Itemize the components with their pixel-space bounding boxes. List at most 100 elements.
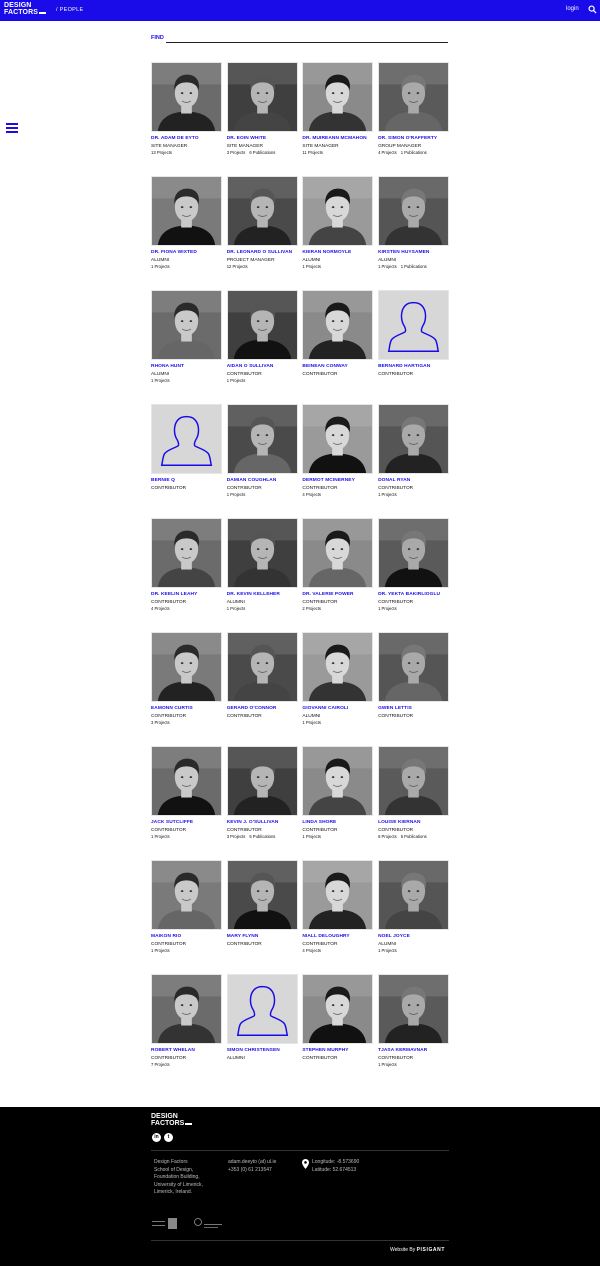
person-card[interactable]: DR. SIMON O'RAFFERTY GROUP MANAGER 4 Proje… bbox=[378, 62, 450, 155]
person-card[interactable]: EAMONN CURTIS CONTRIBUTOR 3 Projects bbox=[151, 632, 222, 725]
person-card[interactable]: GERARD O'CONNOR CONTRIBUTOR bbox=[226, 632, 298, 719]
person-card[interactable]: LINDA SHORE CONTRIBUTOR 1 Projects bbox=[302, 746, 374, 839]
placeholder-avatar-icon[interactable] bbox=[378, 290, 450, 360]
person-name[interactable]: DR. FIONA WIXTED bbox=[151, 250, 222, 255]
person-name[interactable]: DR. SIMON O'RAFFERTY bbox=[378, 136, 449, 141]
person-name[interactable]: GWEN LETTIS bbox=[378, 706, 449, 711]
person-photo[interactable] bbox=[226, 62, 298, 132]
person-photo[interactable] bbox=[226, 746, 298, 816]
person-photo[interactable] bbox=[151, 518, 222, 588]
person-card[interactable]: DR. FIONA WIXTED ALUMNI 1 Projects bbox=[151, 176, 222, 269]
person-card[interactable]: JACK SUTCLIFFE CONTRIBUTOR 1 Projects bbox=[151, 746, 222, 839]
person-name[interactable]: MARY FLYNN bbox=[227, 934, 298, 939]
person-name[interactable]: KIRSTEN HUYSAMEN bbox=[378, 250, 449, 255]
person-card[interactable]: LOUISE KIERNAN CONTRIBUTOR 6 Projects 6 Pub… bbox=[378, 746, 450, 839]
person-name[interactable]: DR. YEKTA BAKIRLIOĞLU bbox=[378, 592, 449, 597]
person-photo[interactable] bbox=[378, 746, 450, 816]
person-photo[interactable] bbox=[151, 746, 222, 816]
person-card[interactable]: DR. VALERIE POWER CONTRIBUTOR 2 Projects bbox=[302, 518, 374, 611]
person-photo[interactable] bbox=[226, 176, 298, 246]
search-icon[interactable] bbox=[588, 5, 597, 14]
person-name[interactable]: STEPHEN MURPHY bbox=[302, 1048, 373, 1053]
person-name[interactable]: DR. LEONARD O SULLIVAN bbox=[227, 250, 298, 255]
person-name[interactable]: DERMOT MCINERNEY bbox=[302, 478, 373, 483]
person-name[interactable]: EAMONN CURTIS bbox=[151, 706, 222, 711]
person-photo[interactable] bbox=[302, 746, 374, 816]
person-photo[interactable] bbox=[302, 974, 374, 1044]
person-photo[interactable] bbox=[378, 632, 450, 702]
person-photo[interactable] bbox=[151, 62, 222, 132]
person-card[interactable]: KIRSTEN HUYSAMEN ALUMNI 1 Projects 1 Public… bbox=[378, 176, 450, 269]
person-photo[interactable] bbox=[378, 176, 450, 246]
person-name[interactable]: DR. MUIREANN MCMAHON bbox=[302, 136, 373, 141]
person-name[interactable]: DR. KEVIN KELLEHER bbox=[227, 592, 298, 597]
person-name[interactable]: KIERAN NORMOYLE bbox=[302, 250, 373, 255]
person-name[interactable]: LOUISE KIERNAN bbox=[378, 820, 449, 825]
person-card[interactable]: DR. LEONARD O SULLIVAN PROJECT MANAGER 12 … bbox=[226, 176, 298, 269]
person-card[interactable]: GIOVANNI CAIROLI ALUMNI 1 Projects bbox=[302, 632, 374, 725]
person-name[interactable]: DONAL RYAN bbox=[378, 478, 449, 483]
person-name[interactable]: AIDAN O SULLIVAN bbox=[227, 364, 298, 369]
person-card[interactable]: MARY FLYNN CONTRIBUTOR bbox=[226, 860, 298, 947]
person-photo[interactable] bbox=[302, 176, 374, 246]
person-name[interactable]: MAIKON RIO bbox=[151, 934, 222, 939]
person-name[interactable]: ROBERT WHELAN bbox=[151, 1048, 222, 1053]
person-photo[interactable] bbox=[378, 518, 450, 588]
person-card[interactable]: AIDAN O SULLIVAN CONTRIBUTOR 1 Projects bbox=[226, 290, 298, 383]
person-card[interactable]: ROBERT WHELAN CONTRIBUTOR 7 Projects bbox=[151, 974, 222, 1067]
person-photo[interactable] bbox=[151, 974, 222, 1044]
linkedin-icon[interactable]: in bbox=[152, 1133, 161, 1142]
footer-logo[interactable]: DESIGN FACTORS bbox=[151, 1113, 192, 1127]
person-photo[interactable] bbox=[302, 290, 374, 360]
person-name[interactable]: BEINEÁN CONWAY bbox=[302, 364, 373, 369]
breadcrumb[interactable]: / PEOPLE bbox=[56, 7, 83, 13]
person-photo[interactable] bbox=[151, 290, 222, 360]
hamburger-menu-icon[interactable] bbox=[6, 123, 18, 134]
person-card[interactable]: DAMIAN COUGHLAN CONTRIBUTOR 1 Projects bbox=[226, 404, 298, 497]
footer-email[interactable]: adam.deeyto (at) ul.ie bbox=[228, 1159, 276, 1167]
person-photo[interactable] bbox=[151, 632, 222, 702]
login-link[interactable]: login bbox=[566, 6, 579, 12]
person-name[interactable]: DR. ADAM DE EYTO bbox=[151, 136, 222, 141]
person-card[interactable]: SIMON CHRISTENSEN ALUMNI bbox=[226, 974, 298, 1061]
person-photo[interactable] bbox=[302, 62, 374, 132]
person-card[interactable]: RHONA HUNT ALUMNI 1 Projects bbox=[151, 290, 222, 383]
person-photo[interactable] bbox=[378, 974, 450, 1044]
person-card[interactable]: BEINEÁN CONWAY CONTRIBUTOR bbox=[302, 290, 374, 377]
website-credit[interactable]: Website By PISIGANT bbox=[390, 1247, 445, 1253]
person-name[interactable]: DAMIAN COUGHLAN bbox=[227, 478, 298, 483]
person-card[interactable]: DR. KEVIN KELLEHER ALUMNI 1 Projects bbox=[226, 518, 298, 611]
site-logo[interactable]: DESIGN FACTORS bbox=[4, 2, 46, 16]
person-card[interactable]: NOEL JOYCE ALUMNI 1 Projects bbox=[378, 860, 450, 953]
person-name[interactable]: BERNARD HARTIGAN bbox=[378, 364, 449, 369]
person-name[interactable]: TJAŠA KERMAVNAR bbox=[378, 1048, 449, 1053]
twitter-icon[interactable]: t bbox=[164, 1133, 173, 1142]
person-card[interactable]: DERMOT MCINERNEY CONTRIBUTOR 4 Projects bbox=[302, 404, 374, 497]
person-card[interactable]: KIERAN NORMOYLE ALUMNI 1 Projects bbox=[302, 176, 374, 269]
placeholder-avatar-icon[interactable] bbox=[151, 404, 222, 474]
person-name[interactable]: DR. EOIN WHITE bbox=[227, 136, 298, 141]
person-card[interactable]: NIALL DELOUGHRY CONTRIBUTOR 4 Projects bbox=[302, 860, 374, 953]
person-name[interactable]: NOEL JOYCE bbox=[378, 934, 449, 939]
find-search-input[interactable] bbox=[166, 32, 448, 43]
person-card[interactable]: BERNARD HARTIGAN CONTRIBUTOR bbox=[378, 290, 450, 377]
person-card[interactable]: DONAL RYAN CONTRIBUTOR 1 Projects bbox=[378, 404, 450, 497]
person-card[interactable]: DR. MUIREANN MCMAHON SITE MANAGER 11 Proje… bbox=[302, 62, 374, 155]
person-card[interactable]: DR. EOIN WHITE SITE MANAGER 3 Projects 6 Pu… bbox=[226, 62, 298, 155]
person-name[interactable]: GIOVANNI CAIROLI bbox=[302, 706, 373, 711]
person-photo[interactable] bbox=[378, 404, 450, 474]
person-card[interactable]: MAIKON RIO CONTRIBUTOR 1 Projects bbox=[151, 860, 222, 953]
person-card[interactable]: DR. ADAM DE EYTO SITE MANAGER 13 Projects bbox=[151, 62, 222, 155]
person-card[interactable]: KEVIN J. O'SULLIVAN CONTRIBUTOR 3 Projects… bbox=[226, 746, 298, 839]
person-photo[interactable] bbox=[378, 860, 450, 930]
person-name[interactable]: RHONA HUNT bbox=[151, 364, 222, 369]
person-photo[interactable] bbox=[302, 518, 374, 588]
person-photo[interactable] bbox=[302, 632, 374, 702]
person-name[interactable]: LINDA SHORE bbox=[302, 820, 373, 825]
person-name[interactable]: JACK SUTCLIFFE bbox=[151, 820, 222, 825]
person-name[interactable]: DR. KEELIN LEAHY bbox=[151, 592, 222, 597]
person-name[interactable]: NIALL DELOUGHRY bbox=[302, 934, 373, 939]
person-name[interactable]: BERNIE Q bbox=[151, 478, 222, 483]
person-card[interactable]: STEPHEN MURPHY CONTRIBUTOR bbox=[302, 974, 374, 1061]
placeholder-avatar-icon[interactable] bbox=[226, 974, 298, 1044]
